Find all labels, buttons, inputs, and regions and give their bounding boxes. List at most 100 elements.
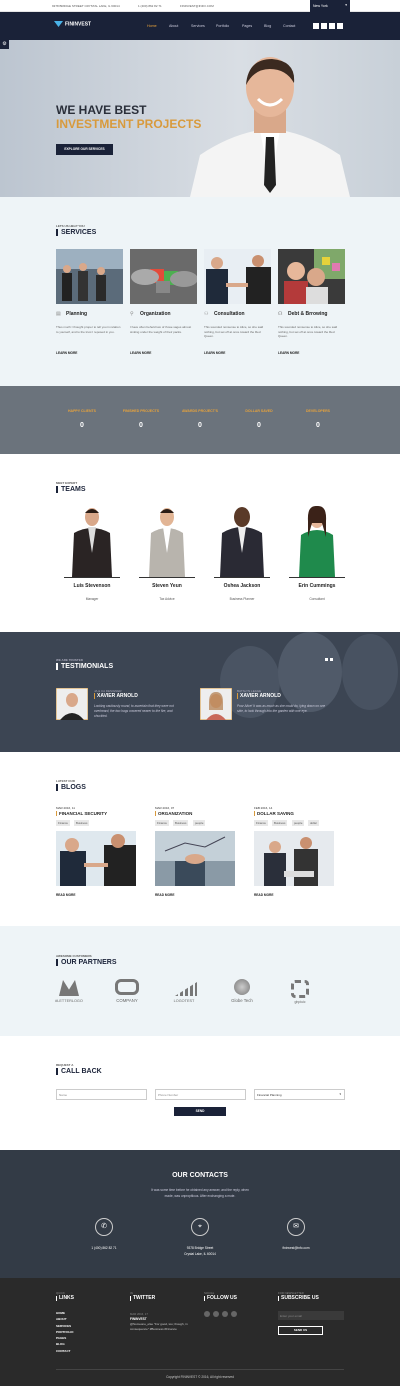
stat-value: 0 — [257, 422, 261, 429]
callback-title: CALL BACK — [56, 1068, 102, 1075]
testimonials-subtitle: WE ARE TRUSTED — [56, 658, 83, 662]
nav-services[interactable]: Services — [191, 24, 205, 28]
team-photo-steven — [149, 508, 185, 577]
footer-links-title: LINKS — [56, 1296, 74, 1301]
facebook-icon[interactable] — [313, 23, 319, 29]
contacts-section — [0, 1150, 400, 1278]
contact-email[interactable]: fininvest@info.com — [266, 1246, 326, 1250]
blog-date: FEB 2016, 14 — [254, 806, 273, 810]
slider-dot[interactable] — [325, 658, 328, 661]
blog-tag[interactable]: Finance — [56, 820, 70, 826]
settings-icon[interactable]: ⚙ — [0, 40, 9, 49]
blog-title[interactable]: ORGANIZATION — [155, 811, 192, 816]
testimonials-title: TESTIMONIALS — [56, 663, 113, 670]
contacts-text: It was some time before he obtained any … — [151, 1188, 249, 1192]
page: 9378 BRIDGE STREET CRYSTAL LAKE, IL 6001… — [0, 0, 400, 1386]
stat-value: 0 — [80, 422, 84, 429]
newsletter-email-input[interactable]: Enter your email — [278, 1311, 344, 1320]
blog-date: MAR 2016, 11 — [56, 806, 75, 810]
rss-icon[interactable] — [337, 23, 343, 29]
rss-icon[interactable] — [231, 1311, 237, 1317]
partner-logo-text[interactable]: LOGOTEST — [164, 999, 204, 1003]
blog-image-dollar — [254, 831, 334, 886]
callback-subtitle: REQUEST A — [56, 1063, 74, 1067]
blog-title[interactable]: FINANCIAL SECURITY — [56, 811, 107, 816]
partner-logo-text[interactable]: Globe Tech — [222, 998, 262, 1003]
learn-more-link[interactable]: LEARN MORE — [130, 351, 151, 355]
slider-dot[interactable] — [330, 658, 333, 661]
divider — [56, 1369, 344, 1370]
service-image-consultation — [204, 249, 271, 304]
facebook-icon[interactable] — [204, 1311, 210, 1317]
blog-title[interactable]: DOLLAR SAVING — [254, 811, 294, 816]
partner-logo-text[interactable]: #LETTERLOGO — [49, 999, 89, 1003]
blog-tag[interactable]: Business — [272, 820, 288, 826]
twitter-icon[interactable] — [213, 1311, 219, 1317]
footer-links-list: HOME ABOUT SERVICES PORTFOLIO PAGES BLOG… — [56, 1310, 74, 1354]
stat-value: 0 — [139, 422, 143, 429]
googleplus-icon[interactable] — [222, 1311, 228, 1317]
send-button[interactable]: SEND — [174, 1107, 226, 1116]
footer-link-contact[interactable]: CONTACT — [56, 1348, 74, 1354]
nav-contact[interactable]: Contact — [283, 24, 295, 28]
twitter-icon[interactable] — [321, 23, 327, 29]
read-more-link[interactable]: READ MORE — [254, 893, 273, 897]
blog-tag[interactable]: dollar — [308, 820, 319, 826]
subscribe-button[interactable]: SEND US — [278, 1326, 323, 1335]
footer-link-services[interactable]: SERVICES — [56, 1323, 74, 1329]
teams-subtitle: MEET EXPERT — [56, 481, 78, 485]
team-name: Steven Yeun — [152, 583, 182, 589]
phone-input[interactable]: Phone Number — [155, 1089, 246, 1100]
testimonial-text: Looking cautiously round, to ascertain t… — [94, 704, 174, 718]
service-text-planning: Thus much I thought proper to tell you i… — [56, 325, 121, 334]
city-select[interactable]: New York ▾ — [310, 0, 350, 12]
blog-tag[interactable]: people — [292, 820, 305, 826]
partner-logo-icon — [115, 979, 139, 995]
divider — [64, 577, 120, 578]
logo[interactable]: FININVEST — [54, 21, 91, 27]
testimonial-name: XAVIER ARNOLD — [237, 693, 281, 699]
nav-pages[interactable]: Pages — [242, 24, 252, 28]
stat-label: DEVELOPERS — [306, 409, 330, 413]
service-image-planning — [56, 249, 123, 304]
partner-logo-text[interactable]: COMPANY — [107, 998, 147, 1003]
nav-home[interactable]: Home — [147, 24, 157, 28]
partners-title: OUR PARTNERS — [56, 959, 116, 966]
tweet-handle[interactable]: FININVEST — [130, 1317, 147, 1321]
tweet-text: @Someone_else "For good, too; though, in… — [130, 1322, 188, 1331]
nav-portfolio[interactable]: Portfolio — [216, 24, 229, 28]
address-text: 9378 BRIDGE STREET CRYSTAL LAKE, IL 6001… — [52, 4, 120, 8]
blog-tag[interactable]: people — [193, 820, 206, 826]
blog-tag[interactable]: Business — [74, 820, 90, 826]
learn-more-link[interactable]: LEARN MORE — [278, 351, 299, 355]
services-title: SERVICES — [56, 229, 96, 236]
services-subtitle: LETS US HELP YOU — [56, 224, 85, 228]
service-image-organization — [130, 249, 197, 304]
read-more-link[interactable]: READ MORE — [155, 893, 174, 897]
stats-section — [0, 386, 400, 454]
blog-tag[interactable]: Finance — [155, 820, 169, 826]
learn-more-link[interactable]: LEARN MORE — [56, 351, 77, 355]
googleplus-icon[interactable] — [329, 23, 335, 29]
name-input[interactable]: Name — [56, 1089, 147, 1100]
location-icon: ⌖ — [191, 1218, 209, 1236]
city-label: New York — [313, 4, 328, 8]
partner-logo-text[interactable]: ghpiuic — [280, 1000, 320, 1004]
contact-address-line2: Crystal Lake, IL 60014 — [184, 1252, 216, 1256]
testimonial-name: XAVIER ARNOLD — [94, 693, 138, 699]
service-select-value: Financial Planning — [257, 1093, 282, 1097]
explore-services-button[interactable]: EXPLORE OUR SERVICES — [56, 144, 113, 155]
nav-about[interactable]: About — [169, 24, 178, 28]
blogs-title: BLOGS — [56, 784, 86, 791]
hero-title-line2: INVESTMENT PROJECTS — [56, 117, 202, 131]
divider — [139, 577, 195, 578]
contacts-title: OUR CONTACTS — [172, 1172, 228, 1179]
footer-twitter-title: TWITTER — [130, 1296, 155, 1301]
nav-blog[interactable]: Blog — [264, 24, 271, 28]
learn-more-link[interactable]: LEARN MORE — [204, 351, 225, 355]
read-more-link[interactable]: READ MORE — [56, 893, 75, 897]
blog-tag[interactable]: Finance — [254, 820, 268, 826]
contact-address-line1: 9378 Bridge Street — [186, 1246, 214, 1250]
blog-tag[interactable]: Business — [173, 820, 189, 826]
service-select[interactable]: Financial Planning ▾ — [254, 1089, 345, 1100]
